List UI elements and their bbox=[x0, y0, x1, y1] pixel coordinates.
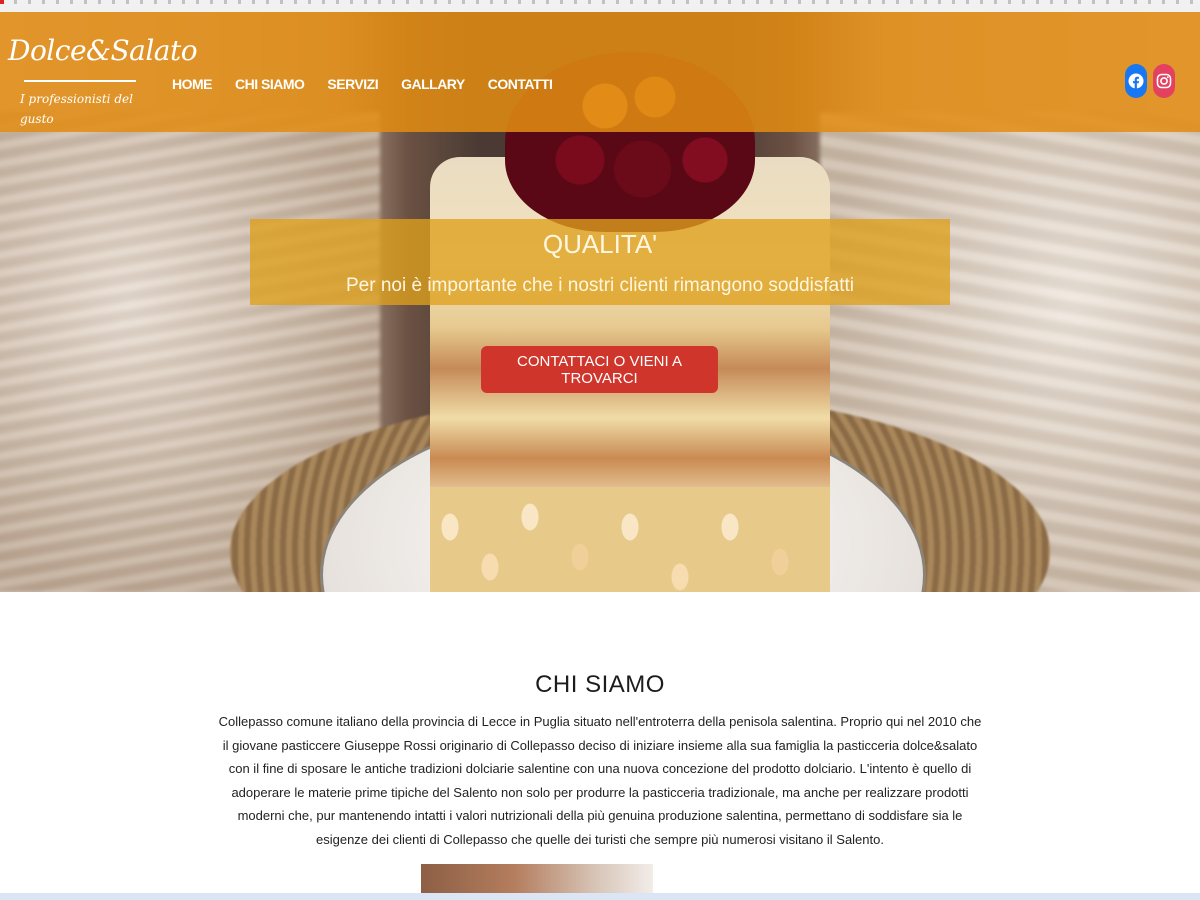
logo-tagline: I professionisti del gusto bbox=[20, 92, 133, 126]
top-strip-mark bbox=[0, 0, 4, 4]
site-logo[interactable]: Dolce&Salato I professionisti del gusto bbox=[8, 34, 198, 126]
hero-subtitle: Per noi è importante che i nostri client… bbox=[346, 275, 854, 296]
instagram-glyph bbox=[1156, 73, 1172, 89]
facebook-glyph bbox=[1128, 73, 1144, 89]
hero-title: QUALITA' bbox=[542, 229, 658, 259]
nav-home[interactable]: HOME bbox=[172, 72, 213, 96]
nav-chi-siamo[interactable]: CHI SIAMO bbox=[235, 72, 305, 96]
top-strip-pattern bbox=[0, 0, 1200, 4]
about-section-image bbox=[421, 864, 653, 894]
cake-almond-decoration bbox=[430, 487, 830, 592]
contact-cta-button[interactable]: CONTATTACI O VIENI A TROVARCI bbox=[481, 346, 718, 393]
nav-contatti[interactable]: CONTATTI bbox=[488, 72, 553, 96]
logo-underline bbox=[24, 80, 136, 82]
about-section-title: CHI SIAMO bbox=[535, 671, 665, 698]
logo-title: Dolce&Salato bbox=[8, 34, 198, 67]
hero-banner: QUALITA' Per noi è importante che i nost… bbox=[250, 219, 950, 305]
instagram-icon[interactable] bbox=[1153, 64, 1175, 98]
site-header: Dolce&Salato I professionisti del gusto … bbox=[0, 12, 1200, 132]
main-nav: HOME CHI SIAMO SERVIZI GALLARY CONTATTI bbox=[172, 72, 553, 96]
about-section-text: Collepasso comune italiano della provinc… bbox=[218, 714, 982, 847]
browser-bottom-strip bbox=[0, 893, 1200, 900]
nav-gallary[interactable]: GALLARY bbox=[401, 72, 465, 96]
social-links bbox=[1125, 64, 1185, 98]
nav-servizi[interactable]: SERVIZI bbox=[327, 72, 378, 96]
facebook-icon[interactable] bbox=[1125, 64, 1147, 98]
